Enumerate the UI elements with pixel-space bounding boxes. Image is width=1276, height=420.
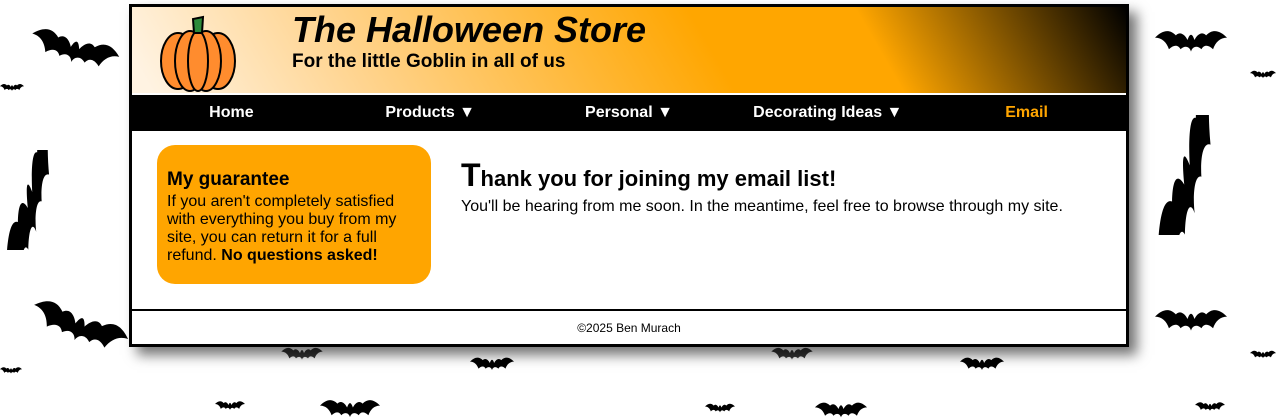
bat-icon <box>2 150 60 250</box>
guarantee-box: My guarantee If you aren't completely sa… <box>157 145 431 284</box>
copyright-text: ©2025 Ben Murach <box>577 321 681 335</box>
bat-icon <box>960 357 1004 371</box>
store-tagline: For the little Goblin in all of us <box>292 51 566 72</box>
site-header: The Halloween Store For the little Gobli… <box>132 7 1126 93</box>
bat-icon <box>771 347 813 360</box>
heading-initial: T <box>461 157 481 193</box>
bat-icon <box>30 25 120 72</box>
page-container: The Halloween Store For the little Gobli… <box>129 4 1129 347</box>
bat-icon <box>1250 70 1276 79</box>
nav-personal[interactable]: Personal ▼ <box>530 95 729 131</box>
bat-icon <box>320 400 380 418</box>
main-nav: Home Products ▼ Personal ▼ Decorating Id… <box>132 95 1126 131</box>
guarantee-text: If you aren't completely satisfied with … <box>167 193 421 265</box>
guarantee-emphasis: No questions asked! <box>221 247 378 264</box>
bat-icon <box>1155 31 1227 52</box>
guarantee-heading: My guarantee <box>167 169 290 190</box>
confirmation-message: You'll be hearing from me soon. In the m… <box>461 198 1063 215</box>
bat-icon <box>470 357 514 371</box>
bat-icon <box>1195 402 1225 411</box>
page-heading: Thank you for joining my email list! <box>461 157 1101 194</box>
bat-icon <box>30 300 130 350</box>
site-footer: ©2025 Ben Murach <box>132 309 1126 344</box>
bat-icon <box>1152 115 1224 235</box>
heading-rest: hank you for joining my email list! <box>480 166 837 191</box>
nav-email[interactable]: Email <box>927 95 1126 131</box>
bat-icon <box>215 401 245 410</box>
nav-home[interactable]: Home <box>132 95 331 131</box>
store-title: The Halloween Store <box>292 9 647 50</box>
nav-products[interactable]: Products ▼ <box>331 95 530 131</box>
bat-icon <box>1155 310 1227 331</box>
bat-icon <box>281 347 323 360</box>
bat-icon <box>1250 350 1276 359</box>
nav-decorating-ideas[interactable]: Decorating Ideas ▼ <box>728 95 927 131</box>
bat-icon <box>815 402 867 418</box>
bat-icon <box>705 403 735 413</box>
bat-icon <box>0 367 22 374</box>
bat-icon <box>0 84 24 91</box>
main-content: Thank you for joining my email list! You… <box>461 157 1101 216</box>
pumpkin-icon <box>160 15 236 92</box>
